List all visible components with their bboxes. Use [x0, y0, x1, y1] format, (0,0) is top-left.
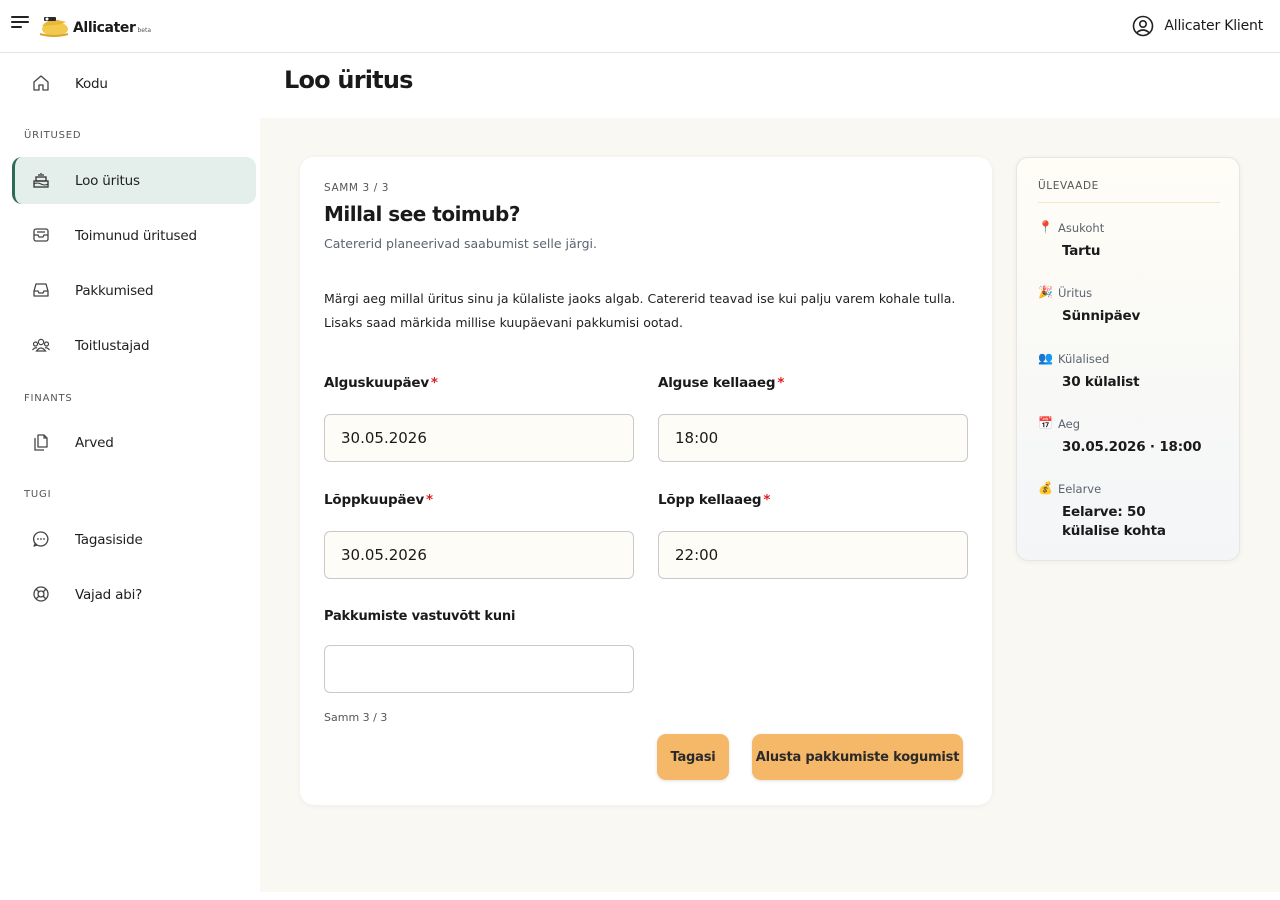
sidebar-item-label: Toitlustajad [75, 337, 150, 354]
chat-icon [33, 531, 49, 547]
end-date-input[interactable]: 30.05.2026 [324, 531, 634, 579]
step-indicator: SAMM 3 / 3 [324, 182, 390, 194]
overview-value: 30.05.2026 · 18:00 [1062, 439, 1202, 455]
section-heading-support: TUGI [24, 489, 52, 500]
cake-icon [33, 173, 49, 188]
form-title: Millal see toimub? [324, 202, 520, 226]
inbox-icon [33, 283, 49, 297]
sidebar-item-feedback[interactable]: Tagasiside [12, 516, 256, 563]
overview-value: 30 külalist [1062, 374, 1140, 390]
start-time-input[interactable]: 18:00 [658, 414, 968, 462]
overview-panel: ÜLEVAADE 📍 Asukoht Tartu 🎉 Üritus Sünnip… [1016, 157, 1240, 561]
end-time-label: Lõpp kellaaeg * [658, 492, 770, 508]
overview-value: Sünnipäev [1062, 308, 1141, 324]
hamburger-menu-icon[interactable] [11, 16, 29, 30]
step-footer: Samm 3 / 3 [324, 711, 388, 724]
sidebar-item-offers[interactable]: Pakkumised [12, 267, 256, 314]
sidebar-item-past-events[interactable]: Toimunud üritused [12, 212, 256, 259]
page-title: Loo üritus [284, 66, 413, 94]
overview-title: ÜLEVAADE [1038, 180, 1099, 192]
start-date-label-text: Alguskuupäev [324, 375, 429, 391]
overview-key: Asukoht [1058, 221, 1105, 235]
required-mark: * [763, 492, 771, 508]
users-icon [32, 338, 50, 352]
section-heading-finance: FINANTS [24, 393, 73, 404]
home-icon [33, 75, 49, 91]
offer-deadline-label: Pakkumiste vastuvõtt kuni [324, 609, 516, 624]
beta-badge: beta [137, 27, 152, 34]
end-date-label: Lõppkuupäev * [324, 492, 433, 508]
sidebar-item-label: Kodu [75, 75, 108, 92]
end-time-label-text: Lõpp kellaaeg [658, 492, 762, 508]
calendar-icon: 📅 [1038, 416, 1053, 430]
documents-icon [34, 434, 48, 451]
start-time-label-text: Alguse kellaaeg [658, 375, 776, 391]
logo[interactable]: Allicater beta [38, 12, 151, 38]
form-description: Märgi aeg millal üritus sinu ja külalist… [324, 291, 956, 330]
sidebar-item-label: Pakkumised [75, 282, 154, 299]
sidebar: Kodu ÜRITUSED Loo üritus Toimunud üritus… [0, 53, 260, 900]
sidebar-item-label: Loo üritus [75, 172, 140, 189]
sidebar-item-home[interactable]: Kodu [12, 60, 256, 107]
offer-deadline-input[interactable] [324, 645, 634, 693]
user-circle-icon [1133, 15, 1154, 37]
start-collecting-offers-button[interactable]: Alusta pakkumiste kogumist [752, 734, 963, 780]
lifebuoy-icon [33, 586, 49, 602]
user-name: Allicater Klient [1164, 18, 1263, 34]
overview-key: Eelarve [1058, 482, 1102, 496]
overview-key: Külalised [1058, 352, 1110, 366]
overview-value: Eelarve: 50 külalise kohta [1062, 504, 1166, 539]
party-popper-icon: 🎉 [1038, 285, 1053, 299]
sidebar-item-label: Vajad abi? [75, 586, 143, 603]
event-time-form: SAMM 3 / 3 Millal see toimub? Catererid … [300, 157, 992, 805]
top-bar: Allicater beta Allicater Klient [0, 0, 1280, 53]
user-menu[interactable]: Allicater Klient [1132, 15, 1263, 37]
overview-key: Üritus [1058, 286, 1093, 300]
sidebar-item-label: Toimunud üritused [75, 227, 197, 244]
divider [1038, 202, 1220, 203]
sidebar-item-invoices[interactable]: Arved [12, 419, 256, 466]
sidebar-item-create-event[interactable]: Loo üritus [12, 157, 256, 204]
start-date-label: Alguskuupäev * [324, 375, 438, 391]
end-date-label-text: Lõppkuupäev [324, 492, 424, 508]
overview-key: Aeg [1058, 417, 1081, 431]
start-time-label: Alguse kellaaeg * [658, 375, 784, 391]
required-mark: * [430, 375, 438, 391]
sidebar-item-label: Tagasiside [75, 531, 143, 548]
brand-name: Allicater [73, 20, 136, 36]
money-bag-icon: 💰 [1038, 481, 1053, 495]
pin-icon: 📍 [1038, 220, 1053, 234]
back-button[interactable]: Tagasi [657, 734, 729, 780]
form-subtitle: Catererid planeerivad saabumist selle jä… [324, 236, 597, 251]
sidebar-item-caterers[interactable]: Toitlustajad [12, 322, 256, 369]
sidebar-item-help[interactable]: Vajad abi? [12, 571, 256, 618]
alligator-logo-icon [39, 17, 69, 37]
start-date-input[interactable]: 30.05.2026 [324, 414, 634, 462]
overview-value: Tartu [1062, 243, 1101, 259]
sidebar-item-label: Arved [75, 434, 114, 451]
required-mark: * [425, 492, 433, 508]
required-mark: * [777, 375, 785, 391]
end-time-input[interactable]: 22:00 [658, 531, 968, 579]
tray-icon [33, 228, 49, 242]
guests-icon: 👥 [1038, 351, 1053, 365]
section-heading-events: ÜRITUSED [24, 130, 82, 141]
